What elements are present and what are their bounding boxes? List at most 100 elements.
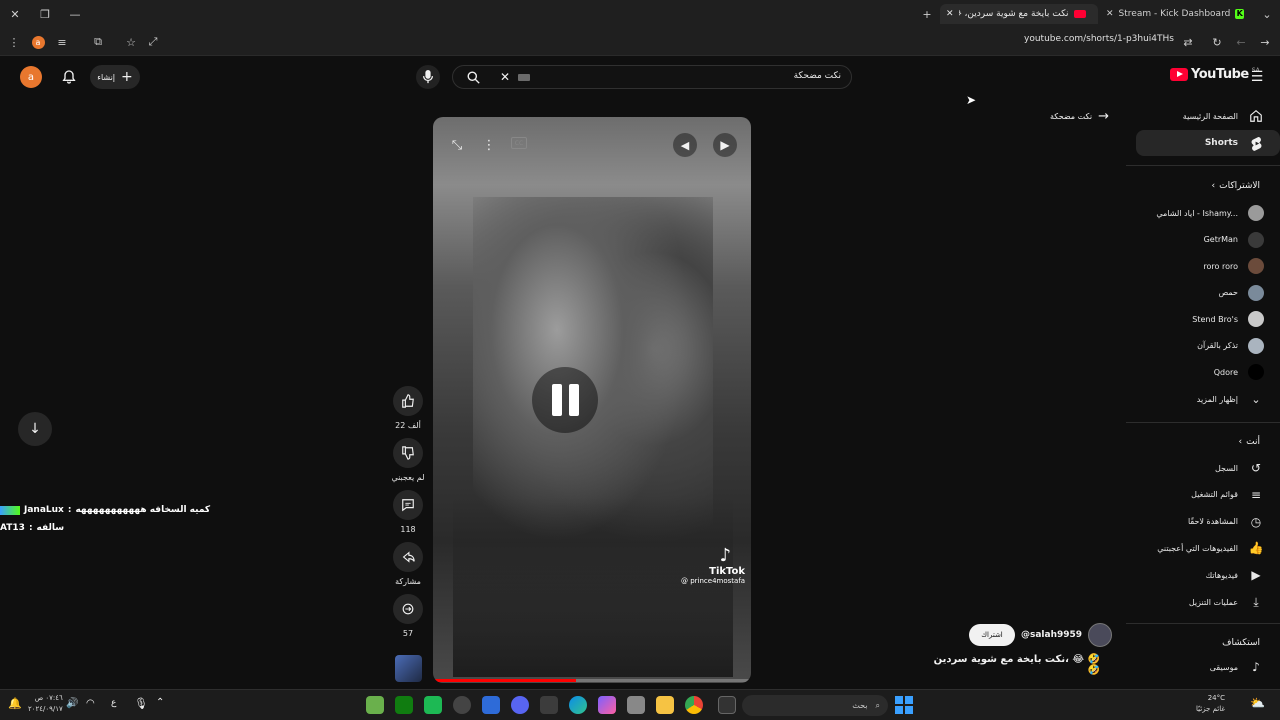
task-view-icon[interactable] [718, 696, 736, 714]
channel-avatar[interactable] [1088, 623, 1113, 647]
minecraft-app-icon[interactable] [366, 696, 384, 714]
mic-tray-icon[interactable]: 🎙 [134, 697, 148, 710]
shorts-icon [1248, 135, 1264, 151]
xbox-app-icon[interactable] [395, 696, 413, 714]
back-to-search-link[interactable]: نكت مضحكة → [1050, 109, 1109, 124]
security-app-icon[interactable] [482, 696, 500, 714]
app-icon[interactable] [453, 696, 471, 714]
channel-handle[interactable]: @salah9959 [1021, 630, 1082, 640]
reload-icon[interactable]: ↻ [1208, 33, 1226, 51]
voice-search-mic-icon[interactable] [416, 65, 440, 89]
screenshot-icon[interactable]: ⤢ [144, 33, 162, 51]
clear-search-icon[interactable]: ✕ [497, 69, 513, 85]
audio-track-thumbnail[interactable] [395, 655, 422, 682]
tab-title: نكت بايخة مع شوية سردين، 😂... [959, 9, 1069, 19]
file-explorer-icon[interactable] [656, 696, 674, 714]
fullscreen-icon[interactable]: ⤡ [447, 135, 467, 155]
sidebar-item-home[interactable]: الصفحة الرئيسية [1126, 103, 1280, 129]
back-icon[interactable]: → [1256, 33, 1274, 51]
sidebar-subscription-item[interactable]: تذكر بالقرآن [1126, 333, 1280, 359]
sidebar-item-clock[interactable]: المشاهدة لاحقًا ◷ [1126, 509, 1280, 535]
pause-icon[interactable] [532, 367, 598, 433]
share-icon [393, 542, 423, 572]
tab-list-chevron-icon[interactable]: ⌄ [1258, 5, 1276, 23]
chevron-left-icon: ‹ [1211, 181, 1216, 191]
more-options-icon[interactable]: ⋮ [479, 135, 499, 155]
account-avatar[interactable]: a [20, 66, 42, 88]
sidebar-subscription-item[interactable]: Stend Bro's [1126, 306, 1280, 332]
you-heading[interactable]: ‹ أنت [1239, 437, 1260, 447]
sidebar-item-label: GetrMan [1203, 235, 1238, 244]
sidebar-subscription-item[interactable]: GetrMan [1126, 227, 1280, 253]
volume-tray-icon[interactable]: 🔊 [66, 698, 78, 709]
site-settings-icon[interactable]: ⇄ [1179, 33, 1197, 51]
scroll-down-button[interactable]: ↓ [18, 412, 52, 446]
extensions-icon[interactable]: ⧉ [89, 33, 107, 51]
sidebar-item-playlist[interactable]: قوائم التشغيل ≡ [1126, 482, 1280, 508]
show-more-button[interactable]: إظهار المزيد ⌄ [1126, 386, 1280, 412]
system-clock[interactable]: ٠٧:٤٦ ص ٢٠٢٤/٠٩/١٧ [28, 693, 63, 715]
search-input[interactable]: ✕ نكت مضحكة [452, 65, 852, 89]
notifications-bell-icon[interactable] [58, 66, 80, 88]
volume-icon[interactable]: ◀ [673, 133, 697, 157]
window-minimize-icon[interactable]: — [66, 5, 84, 23]
window-restore-icon[interactable]: ❐ [36, 5, 54, 23]
subscriptions-heading[interactable]: ‹ الاشتراكات [1212, 181, 1260, 191]
sidebar-subscription-item[interactable]: Qdore [1126, 359, 1280, 385]
sidebar-item-download[interactable]: عمليات التنزيل ⤓ [1126, 589, 1280, 615]
sidebar-subscription-item[interactable]: roro roro [1126, 253, 1280, 279]
search-icon[interactable] [465, 69, 481, 85]
bookmark-star-icon[interactable]: ☆ [122, 33, 140, 51]
discord-app-icon[interactable] [511, 696, 529, 714]
shorts-video-player[interactable]: ⤡ ⋮ CC ◀ ▶ ♪ TikTok @ prince4mostafa [433, 117, 751, 683]
sidebar-item-shorts[interactable]: Shorts [1136, 130, 1280, 156]
sidebar-item-video[interactable]: فيديوهاتك ▶ [1126, 562, 1280, 588]
store-app-icon[interactable] [540, 696, 558, 714]
share-button[interactable]: مشاركة [393, 542, 423, 586]
windows-start-icon[interactable] [895, 696, 913, 714]
language-indicator[interactable]: ع [111, 698, 116, 708]
sidebar-subscription-item[interactable]: حمص [1126, 280, 1280, 306]
captions-icon[interactable]: CC [511, 137, 527, 149]
comments-button[interactable]: 118 [393, 490, 423, 534]
dislike-button[interactable]: لم يعجبني [391, 438, 425, 482]
app-icon[interactable] [424, 696, 442, 714]
profile-avatar-icon[interactable]: a [29, 33, 47, 51]
copilot-icon[interactable] [598, 696, 616, 714]
keyboard-icon[interactable] [518, 74, 530, 81]
wifi-tray-icon[interactable]: ◠ [86, 698, 95, 709]
clock-time: ٠٧:٤٦ ص [34, 694, 63, 702]
taskbar-search[interactable]: بحث ⌕ [742, 695, 888, 716]
tab-close-icon[interactable]: ✕ [946, 9, 954, 19]
sidebar-subscription-item[interactable]: اياد الشامي - Ishamy... [1126, 200, 1280, 226]
hamburger-menu-icon[interactable]: ☰ [1247, 67, 1267, 87]
subscribe-button[interactable]: اشتراك [969, 624, 1015, 646]
tray-chevron-up-icon[interactable]: ⌃ [156, 697, 164, 708]
sidebar-item-music[interactable]: موسيقى ♪ [1126, 654, 1280, 680]
address-url[interactable]: youtube.com/shorts/1-p3hui4THs [1024, 34, 1174, 44]
new-tab-icon[interactable]: + [918, 5, 936, 23]
chevron-down-icon: ⌄ [1251, 392, 1261, 406]
sidebar-item-history[interactable]: السجل ↺ [1126, 455, 1280, 481]
notification-center-icon[interactable]: 🔔 [8, 697, 22, 710]
sidebar-item-like[interactable]: الفيديوهات التي أعجبتني 👍 [1126, 535, 1280, 561]
comment-count: 118 [400, 525, 416, 534]
window-close-icon[interactable]: ✕ [6, 5, 24, 23]
browser-menu-icon[interactable]: ⋮ [5, 33, 23, 51]
progress-bar[interactable] [433, 679, 751, 682]
forward-icon[interactable]: ← [1232, 33, 1250, 51]
tab-youtube-shorts[interactable]: ✕ نكت بايخة مع شوية سردين، 😂... [940, 4, 1098, 24]
app-icon[interactable] [627, 696, 645, 714]
like-button[interactable]: 22 ألف [393, 386, 423, 430]
remix-button[interactable]: 57 [393, 594, 423, 638]
tab-kick-dashboard[interactable]: ✕ Stream - Kick Dashboard K [1100, 4, 1250, 24]
edge-browser-icon[interactable] [569, 696, 587, 714]
play-icon[interactable]: ▶ [713, 133, 737, 157]
chat-text: سالفه [36, 523, 65, 533]
tab-close-icon[interactable]: ✕ [1106, 9, 1114, 19]
media-control-icon[interactable]: ≡ [53, 33, 71, 51]
chrome-browser-icon[interactable] [685, 696, 703, 714]
weather-widget[interactable]: 24°C غائم جزئيًا [1196, 693, 1225, 715]
arrow-right-icon: → [1098, 109, 1110, 124]
create-button[interactable]: إنشاء + [90, 65, 140, 89]
